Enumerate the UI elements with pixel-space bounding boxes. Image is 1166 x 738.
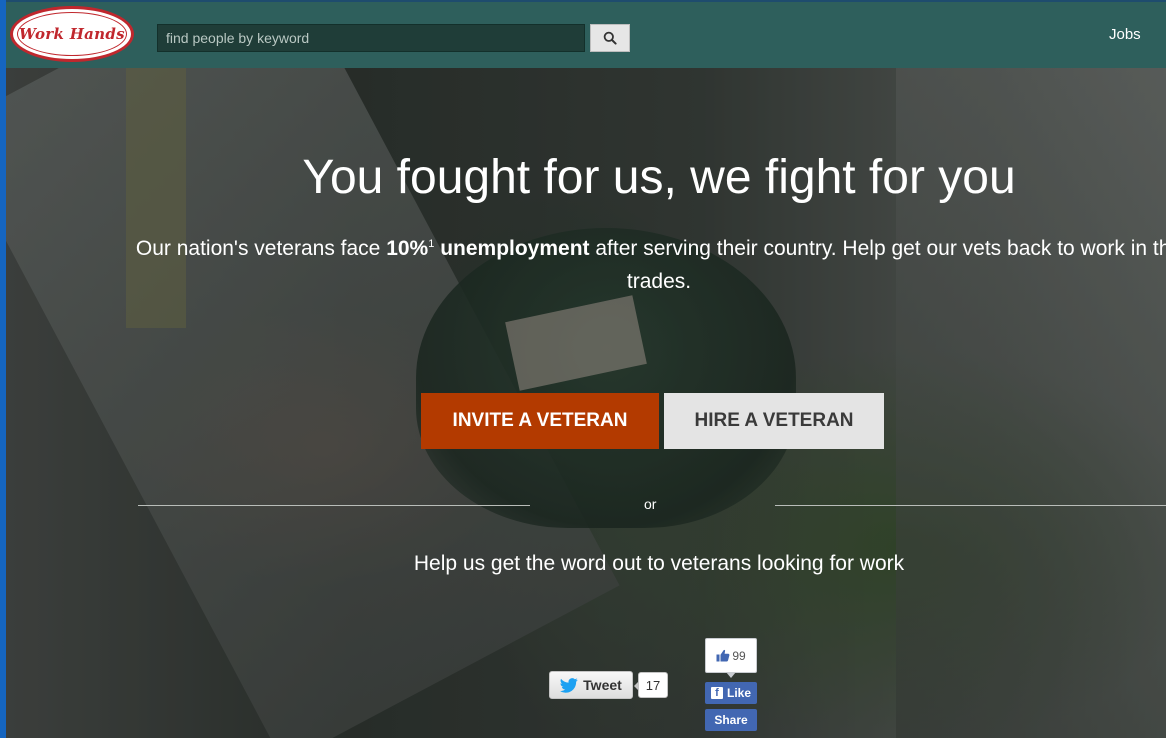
twitter-bird-icon	[560, 677, 578, 693]
search-input[interactable]	[157, 24, 585, 52]
search-button[interactable]	[590, 24, 630, 52]
logo-text: Work Hands	[17, 12, 127, 56]
invite-veteran-button[interactable]: INVITE A VETERAN	[421, 393, 659, 449]
help-spread-word-text: Help us get the word out to veterans loo…	[413, 552, 905, 575]
thumbs-up-icon	[716, 649, 730, 662]
like-count-value: 99	[732, 648, 746, 663]
hero-title: You fought for us, we fight for you	[302, 151, 1016, 204]
tweet-count: 17	[634, 672, 668, 698]
fb-like-label: Like	[726, 686, 751, 700]
facebook-icon: f	[710, 687, 723, 699]
facebook-like-button[interactable]: f Like	[705, 682, 757, 704]
facebook-share-button[interactable]: Share	[705, 709, 757, 731]
tweet-label: Tweet	[583, 677, 622, 693]
search-icon	[603, 31, 617, 45]
unemployment-stat: 10%	[386, 237, 429, 260]
or-separator: or	[644, 496, 657, 512]
footnote-marker[interactable]: 1	[428, 238, 434, 250]
hero-subtitle: Our nation's veterans face 10%1 unemploy…	[126, 232, 1166, 298]
tweet-button[interactable]: Tweet	[549, 671, 633, 699]
unemployment-word: unemployment	[440, 237, 590, 260]
nav-link-jobs[interactable]: Jobs	[1109, 26, 1141, 43]
facebook-like-count: 99	[705, 638, 757, 678]
subtitle-text-end: after serving their country. Help get ou…	[589, 237, 1166, 293]
top-navbar: Work Hands Jobs	[6, 0, 1166, 68]
hire-veteran-button[interactable]: HIRE A VETERAN	[664, 393, 884, 449]
divider-right	[775, 505, 1166, 506]
divider-left	[138, 505, 530, 506]
work-hands-logo[interactable]: Work Hands	[10, 6, 134, 62]
page-frame: Work Hands Jobs You fought for us, we fi…	[6, 0, 1166, 738]
hero-section: You fought for us, we fight for you Our …	[6, 68, 1166, 738]
subtitle-text-start: Our nation's veterans face	[135, 237, 387, 260]
fb-share-label: Share	[714, 713, 748, 727]
